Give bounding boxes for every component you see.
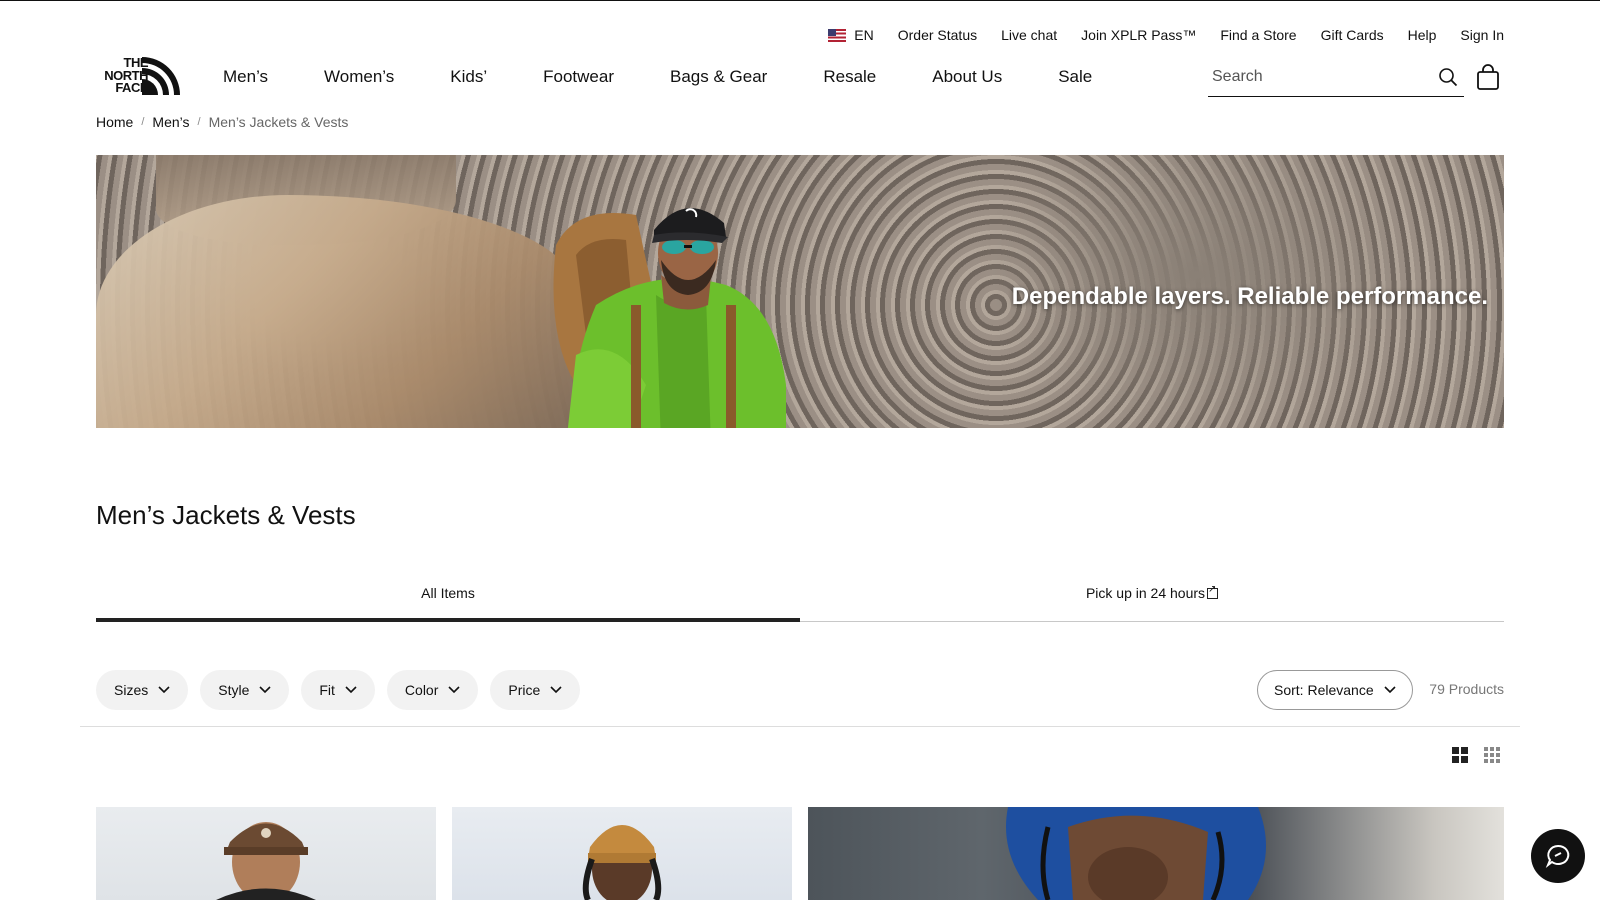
chevron-down-icon bbox=[345, 686, 357, 694]
nav-item-about-us[interactable]: About Us bbox=[932, 67, 1002, 87]
search-input[interactable] bbox=[1208, 62, 1428, 92]
tab-bar: All Items Pick up in 24 hours bbox=[96, 572, 1504, 622]
utility-link-xplr-pass[interactable]: Join XPLR Pass™ bbox=[1081, 27, 1196, 43]
product-tile-image[interactable] bbox=[808, 807, 1504, 900]
product-count: 79 Products bbox=[1429, 681, 1504, 697]
chat-button[interactable] bbox=[1531, 829, 1585, 883]
hero-tagline: Dependable layers. Reliable performance. bbox=[1011, 283, 1488, 310]
chevron-down-icon bbox=[158, 686, 170, 694]
chevron-down-icon bbox=[259, 686, 271, 694]
breadcrumb-mens[interactable]: Men’s bbox=[152, 114, 189, 130]
tab-pickup-24-hours[interactable]: Pick up in 24 hours bbox=[800, 572, 1504, 621]
breadcrumb-current: Men’s Jackets & Vests bbox=[208, 114, 349, 130]
page-title: Men’s Jackets & Vests bbox=[96, 500, 356, 530]
product-tile-image[interactable] bbox=[96, 807, 436, 900]
chevron-down-icon bbox=[448, 686, 460, 694]
utility-link-find-store[interactable]: Find a Store bbox=[1220, 27, 1296, 43]
filter-label: Sizes bbox=[114, 682, 149, 698]
us-flag-icon bbox=[828, 28, 847, 42]
breadcrumb-separator: / bbox=[141, 116, 145, 128]
tab-pickup-label: Pick up in 24 hours bbox=[1085, 585, 1206, 601]
utility-link-sign-in[interactable]: Sign In bbox=[1460, 27, 1504, 43]
sort-label: Sort: Relevance bbox=[1274, 682, 1374, 698]
utility-link-gift-cards[interactable]: Gift Cards bbox=[1321, 27, 1384, 43]
language-selector[interactable]: EN bbox=[828, 27, 874, 43]
top-border bbox=[0, 0, 1600, 1]
product-model-image bbox=[216, 822, 316, 900]
filter-label: Color bbox=[404, 682, 439, 698]
product-model-image bbox=[1006, 807, 1266, 900]
half-dome-icon bbox=[142, 57, 180, 95]
utility-link-live-chat[interactable]: Live chat bbox=[1001, 27, 1057, 43]
filter-divider bbox=[80, 726, 1520, 727]
filter-sizes[interactable]: Sizes bbox=[96, 670, 189, 710]
tab-all-items[interactable]: All Items bbox=[96, 572, 800, 622]
nav-item-resale[interactable]: Resale bbox=[823, 67, 876, 87]
breadcrumb-home[interactable]: Home bbox=[96, 114, 133, 130]
chat-icon bbox=[1545, 844, 1570, 868]
grid-large-icon[interactable] bbox=[1452, 747, 1468, 763]
sort-dropdown[interactable]: Sort: Relevance bbox=[1257, 670, 1413, 710]
filter-style[interactable]: Style bbox=[200, 670, 290, 710]
utility-link-order-status[interactable]: Order Status bbox=[898, 27, 977, 43]
utility-link-help[interactable]: Help bbox=[1408, 27, 1437, 43]
tab-all-items-label: All Items bbox=[421, 585, 475, 601]
nav-item-womens[interactable]: Women’s bbox=[324, 67, 394, 87]
language-label: EN bbox=[854, 27, 874, 43]
hero-hiker-image bbox=[553, 208, 786, 428]
product-model-image bbox=[582, 825, 662, 900]
utility-bar: EN Order Status Live chat Join XPLR Pass… bbox=[828, 27, 1504, 43]
shopping-bag-icon[interactable] bbox=[1476, 64, 1500, 90]
nav-item-sale[interactable]: Sale bbox=[1058, 67, 1092, 87]
brand-logo[interactable]: THE NORTH FACE bbox=[96, 56, 184, 97]
grid-small-icon[interactable] bbox=[1484, 747, 1500, 763]
nav-item-bags-gear[interactable]: Bags & Gear bbox=[670, 67, 767, 87]
hero-banner[interactable]: Dependable layers. Reliable performance. bbox=[96, 155, 1504, 428]
filter-fit[interactable]: Fit bbox=[301, 670, 375, 710]
filter-label: Price bbox=[508, 682, 541, 698]
product-tile-image[interactable] bbox=[452, 807, 792, 900]
filter-label: Fit bbox=[319, 682, 335, 698]
external-link-icon bbox=[1207, 584, 1219, 599]
filter-bar: Sizes Style Fit Color Price bbox=[96, 670, 581, 710]
filter-label: Style bbox=[218, 682, 250, 698]
search-bar bbox=[1208, 62, 1464, 97]
main-navigation: Men’s Women’s Kids’ Footwear Bags & Gear… bbox=[223, 67, 1092, 87]
search-icon[interactable] bbox=[1438, 67, 1458, 87]
nav-item-mens[interactable]: Men’s bbox=[223, 67, 268, 87]
hero-background-boulder bbox=[96, 195, 576, 428]
chevron-down-icon bbox=[550, 686, 562, 694]
breadcrumb-separator: / bbox=[197, 116, 201, 128]
nav-item-kids[interactable]: Kids’ bbox=[450, 67, 487, 87]
chevron-down-icon bbox=[1384, 686, 1396, 694]
filter-color[interactable]: Color bbox=[386, 670, 479, 710]
filter-price[interactable]: Price bbox=[490, 670, 581, 710]
breadcrumb: Home / Men’s / Men’s Jackets & Vests bbox=[96, 114, 348, 130]
nav-item-footwear[interactable]: Footwear bbox=[543, 67, 614, 87]
